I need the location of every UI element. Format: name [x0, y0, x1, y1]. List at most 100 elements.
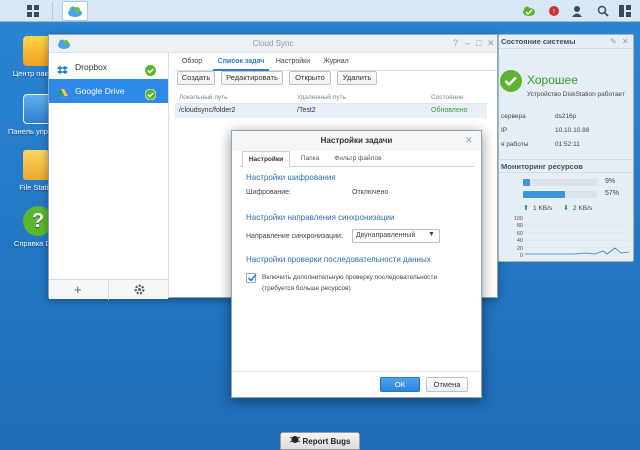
- cloud-sync-icon: [68, 6, 82, 17]
- column-local-path[interactable]: Локальный путь: [179, 91, 228, 104]
- dialog-close-icon[interactable]: ✕: [465, 135, 473, 146]
- report-bugs-label: Report Bugs: [302, 437, 351, 447]
- taskbar-separator: [52, 2, 53, 20]
- delete-button[interactable]: Удалить: [337, 71, 377, 85]
- ram-bar-fill: [523, 191, 566, 198]
- tab-bar: Обзор Список задач Настройки Журнал: [175, 53, 495, 71]
- bug-icon: [289, 433, 300, 450]
- upload-speed: 1 KB/s: [533, 205, 553, 212]
- y-tick: 60: [516, 230, 523, 237]
- health-description: Устройство DiskStation работает: [527, 91, 625, 98]
- sidebar-item-label: Google Drive: [75, 86, 125, 96]
- tab-overview[interactable]: Обзор: [179, 53, 205, 71]
- dropbox-icon: [57, 61, 68, 74]
- ram-percent: 57%: [605, 190, 620, 197]
- maximize-button[interactable]: □: [476, 38, 481, 48]
- close-icon[interactable]: ✕: [622, 37, 629, 46]
- health-status: Хорошее: [527, 73, 578, 87]
- dialog-tab-folder[interactable]: Папка: [294, 151, 326, 167]
- ok-status-icon: [144, 85, 157, 109]
- help-button[interactable]: ?: [453, 38, 458, 48]
- tab-log[interactable]: Журнал: [319, 53, 353, 71]
- footer-divider: [108, 280, 109, 300]
- table-header: Локальный путь Удаленный путь Состояние: [175, 91, 487, 104]
- status-row-label: сервера: [501, 113, 526, 120]
- cpu-bar: [523, 179, 597, 186]
- status-row-value: 01:52:11: [555, 141, 580, 148]
- sidebar-item-google-drive[interactable]: Google Drive: [49, 79, 168, 103]
- cell-local-path: /cloudsync/folder2: [179, 107, 236, 114]
- status-row-value: ds216p: [555, 113, 577, 120]
- consistency-note: (требуется больше ресурсов): [262, 285, 351, 292]
- cancel-button[interactable]: Отмена: [426, 377, 468, 392]
- open-button[interactable]: Открыто: [289, 71, 331, 85]
- cell-status: Обновлено: [431, 107, 468, 114]
- task-settings-dialog: Настройки задачи ✕ Настройки Папка Фильт…: [231, 130, 482, 398]
- add-icon[interactable]: +: [74, 283, 82, 296]
- y-tick: 40: [516, 238, 523, 245]
- direction-select-value: Двунаправленный: [356, 232, 416, 239]
- sidebar-footer: +: [49, 279, 168, 300]
- y-axis-labels: 100 80 60 40 20 0: [509, 216, 523, 260]
- create-button[interactable]: Создать: [177, 71, 215, 85]
- edit-button[interactable]: Редактировать: [221, 71, 283, 85]
- column-status[interactable]: Состояние: [431, 91, 463, 104]
- status-row-value: 10.10.10.88: [555, 127, 590, 134]
- svg-text:!: !: [553, 9, 555, 16]
- dialog-tab-file-filter[interactable]: Фильтр файлов: [330, 151, 386, 167]
- status-row-label: IP: [501, 127, 508, 134]
- network-line: [525, 247, 629, 255]
- download-arrow-icon: ⬇: [563, 205, 569, 212]
- ok-button[interactable]: ОК: [380, 377, 420, 392]
- cloud-status-icon[interactable]: [516, 0, 542, 22]
- cpu-percent: 9%: [605, 178, 616, 185]
- cpu-bar-fill: [523, 179, 530, 186]
- dialog-title: Настройки задачи: [232, 131, 481, 151]
- direction-label: Направление синхронизации:: [246, 233, 343, 240]
- minimize-button[interactable]: –: [465, 38, 470, 48]
- direction-section-title: Настройки направления синхронизации: [246, 213, 395, 222]
- sidebar: Dropbox Google Drive +: [49, 53, 169, 300]
- widget-panel: Состояние системы ✎ ✕ Хорошее Устройство…: [498, 34, 634, 262]
- network-chart: [525, 218, 629, 255]
- user-icon[interactable]: [564, 0, 590, 22]
- dialog-footer-divider: [232, 371, 481, 372]
- consistency-checkbox-label[interactable]: Включить дополнительную проверку последо…: [262, 274, 437, 281]
- sidebar-item-dropbox[interactable]: Dropbox: [49, 55, 168, 79]
- main-menu-icon[interactable]: [20, 0, 46, 22]
- y-tick: 80: [516, 223, 523, 230]
- pin-icon[interactable]: ✎: [610, 37, 617, 46]
- dialog-tab-settings[interactable]: Настройки: [242, 151, 290, 167]
- taskbar: !: [0, 0, 640, 22]
- consistency-checkbox[interactable]: [246, 273, 257, 283]
- cloud-sync-icon: [58, 39, 70, 49]
- chevron-down-icon: ▼: [428, 231, 435, 238]
- column-remote-path[interactable]: Удаленный путь: [297, 91, 346, 104]
- report-bugs-button[interactable]: Report Bugs: [280, 432, 360, 450]
- upload-arrow-icon: ⬆: [523, 205, 529, 212]
- encryption-section-title: Настройки шифрования: [246, 173, 336, 182]
- status-row-label: я работы: [501, 141, 529, 148]
- encryption-label: Шифрование:: [246, 189, 292, 196]
- consistency-section-title: Настройки проверки последовательности да…: [246, 255, 431, 264]
- window-titlebar: Cloud Sync: [49, 35, 497, 53]
- encryption-value: Отключено: [352, 189, 389, 196]
- direction-select[interactable]: Двунаправленный ▼: [352, 229, 440, 243]
- cloud-sync-taskbar-button[interactable]: [62, 1, 88, 21]
- table-row[interactable]: /cloudsync/folder2 /Test2 Обновлено: [175, 104, 487, 118]
- health-ok-icon: [499, 69, 523, 95]
- tab-task-list[interactable]: Список задач: [213, 53, 269, 71]
- y-tick: 0: [519, 253, 523, 260]
- download-speed: 2 KB/s: [573, 205, 593, 212]
- ram-bar: [523, 191, 597, 198]
- checkmark-icon: [247, 273, 257, 282]
- gear-icon[interactable]: [134, 284, 145, 297]
- y-tick: 100: [513, 216, 523, 222]
- close-button[interactable]: ✕: [487, 38, 495, 49]
- tab-settings[interactable]: Настройки: [275, 53, 311, 71]
- google-drive-icon: [57, 85, 68, 99]
- cell-remote-path: /Test2: [297, 107, 316, 114]
- sidebar-item-label: Dropbox: [75, 62, 108, 72]
- widgets-icon[interactable]: [612, 0, 638, 22]
- resource-monitor-widget-title: Мониторинг ресурсов: [499, 159, 633, 173]
